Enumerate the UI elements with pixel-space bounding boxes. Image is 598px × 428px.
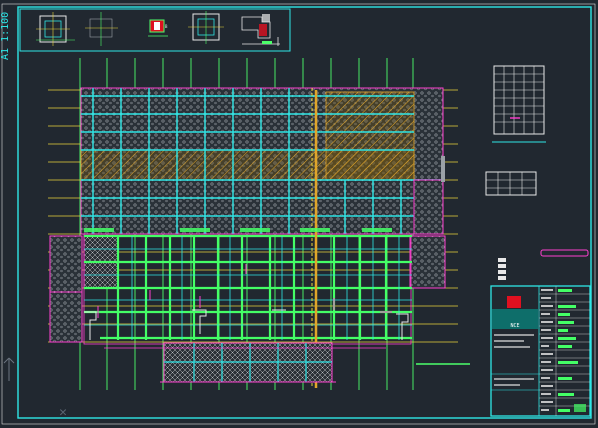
pink-note-bar xyxy=(540,249,589,257)
schedule-table-top xyxy=(492,65,546,143)
cad-viewport[interactable]: B A1 1:100 ✕ NCE xyxy=(0,0,598,428)
floor-plan xyxy=(48,58,470,390)
hatched-zone-right xyxy=(325,91,415,181)
scale-label: A1 1:100 xyxy=(0,11,11,61)
hatch-patch-left xyxy=(49,291,83,343)
svg-text:B: B xyxy=(165,24,168,29)
right-edge-marker xyxy=(441,156,445,182)
detail-strip: B xyxy=(19,8,291,52)
right-slab xyxy=(413,179,444,235)
title-block xyxy=(490,285,591,417)
small-legend xyxy=(498,258,506,280)
crosshair-icon: ✕ xyxy=(59,405,67,420)
title-block-company: NCE xyxy=(510,323,520,329)
right-wing xyxy=(409,235,446,289)
ucs-axis-icon xyxy=(3,357,15,381)
schedule-table-mid xyxy=(485,171,537,196)
rebar-marks xyxy=(97,264,392,318)
drawing-canvas[interactable]: B xyxy=(0,0,598,428)
